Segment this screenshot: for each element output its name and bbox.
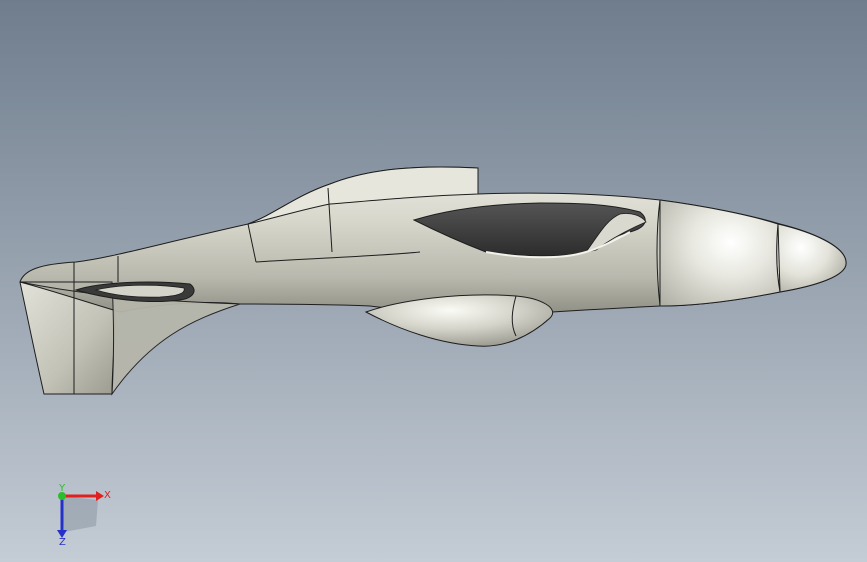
nose-cone [776,223,847,293]
reference-triad[interactable]: X Y Z [44,482,114,546]
triad-x-arrow [96,491,104,501]
forward-fuselage [656,199,781,307]
triad-y-label: Y [58,483,66,494]
triad-z-label: Z [59,537,66,546]
aircraft-fuselage-model[interactable] [0,0,867,562]
triad-x-label: X [104,490,111,501]
triad-shadow [62,496,98,532]
graphics-viewport[interactable]: X Y Z [0,0,867,562]
